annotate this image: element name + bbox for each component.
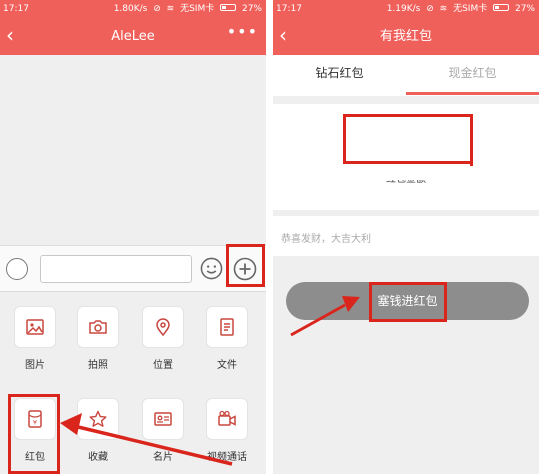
arrow-to-submit-button — [290, 296, 360, 337]
arrow-to-red-envelope — [60, 413, 233, 466]
annotation-arrows — [60, 296, 360, 466]
